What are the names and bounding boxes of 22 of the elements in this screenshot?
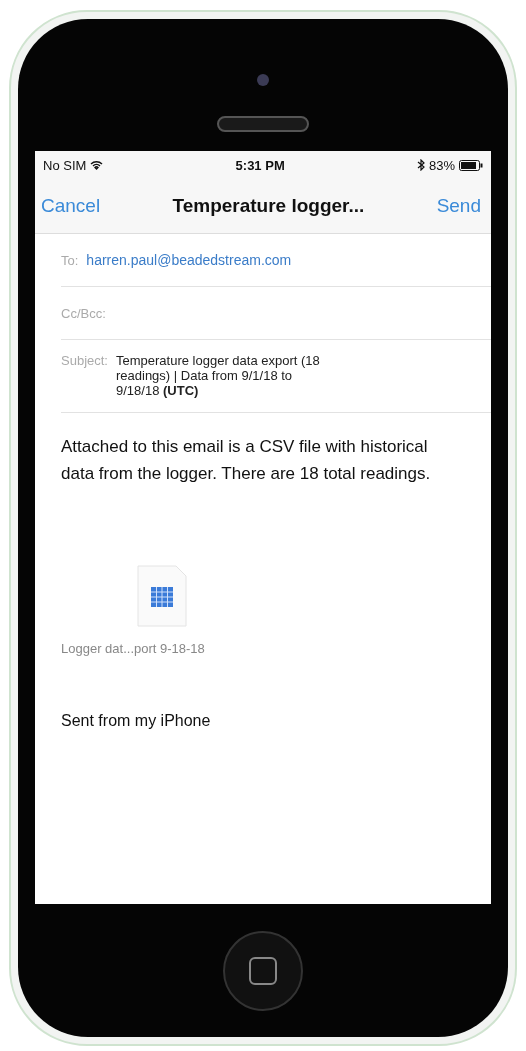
nav-title: Temperature logger... xyxy=(172,195,365,217)
field-label: Cc/Bcc: xyxy=(61,305,106,321)
camera-icon xyxy=(257,74,269,86)
status-time: 5:31 PM xyxy=(235,157,285,173)
message-body: Attached to this email is a CSV file with historical data from the logger. There are 18 total readings. xyxy=(61,436,432,485)
field-value: harren.paul@beadedstream.com xyxy=(86,252,292,268)
battery-icon xyxy=(459,159,483,171)
bluetooth-icon xyxy=(416,159,425,171)
spreadsheet-file-icon[interactable] xyxy=(137,565,187,627)
send-button[interactable]: Send xyxy=(436,195,481,217)
subject-field[interactable]: Subject: Temperature logger data export (18 readings) | Data from 9/1/18 to 9/18/18 (UTC) xyxy=(61,340,491,413)
address-field[interactable]: To: harren.paul@beadedstream.com xyxy=(61,234,491,287)
attachment-name: Logger dat...port 9-18-18 xyxy=(61,641,205,656)
field-value: Temperature logger data export (18 readings) | Data from 9/1/18 to 9/18/18 (UTC) xyxy=(116,353,321,398)
battery-percent: 83% xyxy=(428,157,455,173)
field-label: Subject: xyxy=(61,353,108,368)
field-label: To: xyxy=(61,252,79,268)
signature-text: Sent from my iPhone xyxy=(61,712,212,730)
wifi-icon xyxy=(90,160,104,170)
carrier-label: No SIM xyxy=(43,157,87,173)
cancel-button[interactable]: Cancel xyxy=(41,195,101,217)
address-field[interactable]: Cc/Bcc: xyxy=(61,287,491,340)
